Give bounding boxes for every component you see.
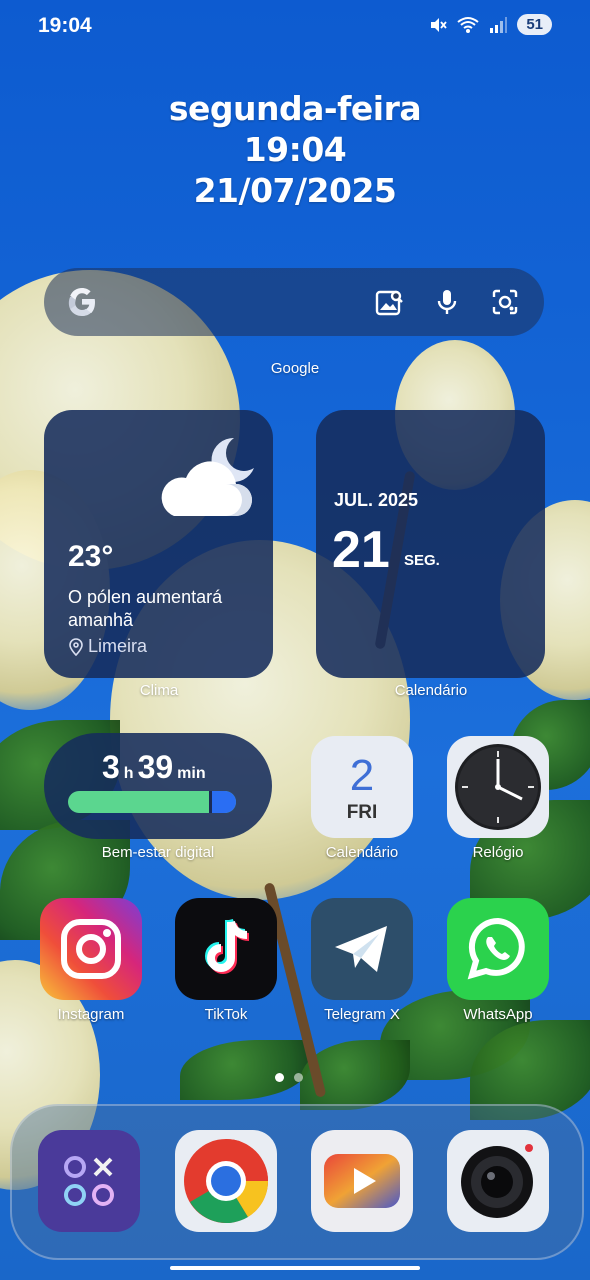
mute-icon (431, 17, 448, 32)
screen-time-minutes: 39 (137, 749, 174, 785)
apps-folder-icon[interactable] (38, 1130, 140, 1232)
clock-widget[interactable]: segunda-feira 19:04 21/07/2025 (0, 88, 590, 211)
instagram-icon[interactable] (40, 898, 142, 1000)
screen-time-minutes-unit: min (177, 765, 206, 782)
page-indicator[interactable] (275, 1073, 303, 1082)
screen-time: 3 h 39 min (102, 749, 206, 786)
weather-widget-label: Clima (139, 682, 179, 699)
calendar-day: 21 (332, 521, 390, 579)
page-dot (294, 1073, 303, 1082)
whatsapp-icon[interactable] (447, 898, 549, 1000)
youtube-icon[interactable] (311, 1130, 413, 1232)
calendar-widget[interactable]: JUL. 2025 21 SEG. (316, 410, 545, 678)
signal-icon (490, 16, 508, 33)
microphone-icon[interactable] (432, 287, 462, 317)
home-indicator[interactable] (170, 1266, 420, 1270)
battery-indicator: 51 (517, 14, 552, 35)
calendar-widget-label: Calendário (394, 682, 468, 699)
weather-temperature: 23° (68, 540, 114, 573)
app-label-calendar: Calendário (325, 844, 399, 861)
chrome-icon[interactable] (175, 1130, 277, 1232)
clock-weekday: segunda-feira (168, 89, 422, 128)
clock-date: 21/07/2025 (193, 171, 397, 210)
page-dot-active (275, 1073, 284, 1082)
screen-time-hours-unit: h (123, 765, 134, 782)
screen-time-hours: 3 (102, 749, 120, 785)
calendar-app-date: 2 (349, 751, 375, 800)
app-label-clock: Relógio (472, 844, 524, 861)
google-search-bar[interactable] (44, 268, 544, 336)
calendar-app-icon[interactable]: 2 FRI (311, 736, 413, 838)
app-label-instagram: Instagram (57, 1006, 125, 1023)
google-g-icon (62, 282, 102, 322)
cloudy-night-icon (161, 437, 254, 516)
wellbeing-widget-label: Bem-estar digital (101, 844, 215, 861)
digital-wellbeing-widget[interactable]: 3 h 39 min (44, 733, 272, 839)
weather-location: Limeira (68, 636, 147, 657)
weather-location-text: Limeira (88, 636, 148, 656)
clock-time: 19:04 (243, 130, 347, 169)
usage-bar (68, 791, 236, 813)
status-time: 19:04 (38, 14, 92, 37)
image-search-icon[interactable] (374, 287, 404, 317)
tiktok-icon[interactable] (175, 898, 277, 1000)
lens-camera-icon[interactable] (490, 287, 520, 317)
calendar-app-weekday: FRI (346, 802, 378, 823)
app-label-tiktok: TikTok (204, 1006, 248, 1023)
app-label-telegram-x: Telegram X (324, 1006, 400, 1023)
calendar-weekday: SEG. (404, 552, 440, 569)
calendar-month: JUL. 2025 (334, 490, 419, 510)
clock-app-icon[interactable] (447, 736, 549, 838)
camera-icon[interactable] (447, 1130, 549, 1232)
google-widget-label: Google (270, 360, 320, 377)
usage-bar-segment (209, 791, 236, 813)
location-pin-icon (69, 637, 83, 656)
weather-widget[interactable]: 23° O pólen aumentará amanhã Limeira (44, 410, 273, 678)
app-label-whatsapp: WhatsApp (463, 1006, 533, 1023)
analog-clock-icon (455, 744, 541, 830)
status-bar: 19:04 51 (0, 0, 590, 52)
wifi-icon (457, 16, 479, 33)
telegram-x-icon[interactable] (311, 898, 413, 1000)
weather-description: O pólen aumentará amanhã (68, 587, 223, 630)
